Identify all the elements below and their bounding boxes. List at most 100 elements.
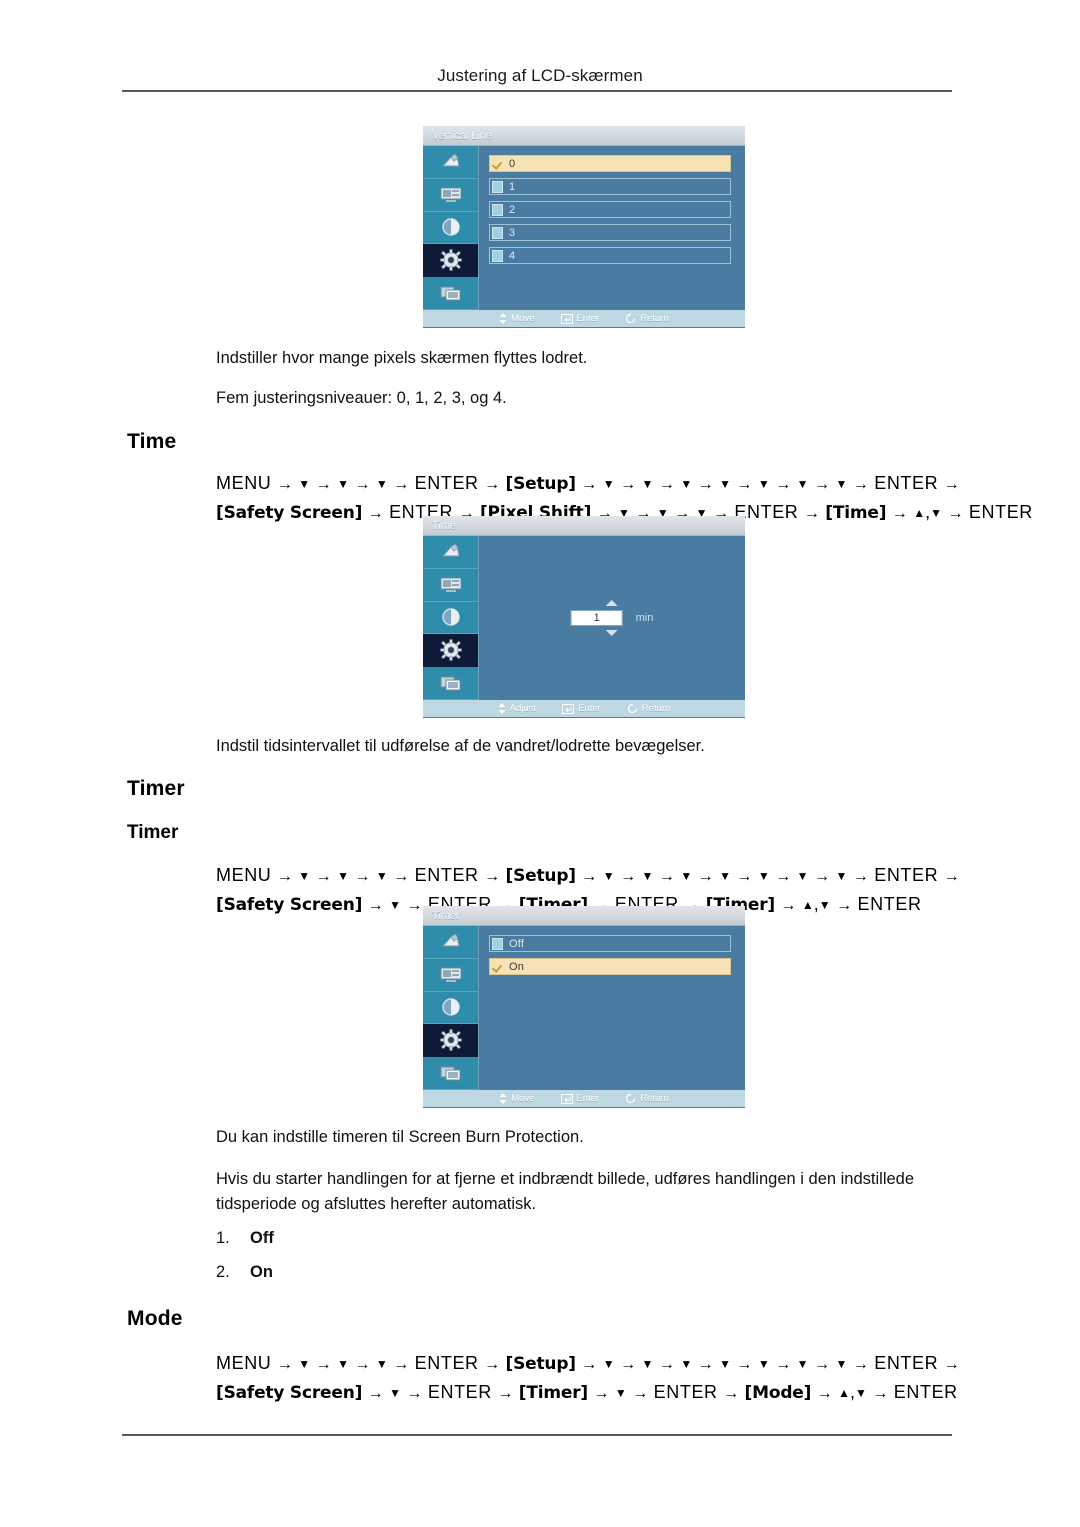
path-arrow-icon: → — [848, 1356, 874, 1373]
up-down-arrows-icon — [499, 1093, 507, 1104]
path-arrow-icon: → — [770, 1356, 796, 1373]
down-triangle-icon: ▼ — [337, 1357, 349, 1371]
paragraph-time-1: Indstil tidsintervallet til udførelse af… — [216, 737, 705, 755]
up-triangle-icon: ▲ — [913, 506, 926, 520]
picture-icon[interactable] — [423, 146, 478, 179]
display-icon[interactable] — [423, 568, 478, 602]
path-arrow-icon: → — [363, 1385, 389, 1402]
path-key-label: MENU — [216, 865, 272, 885]
down-triangle-icon: ▼ — [796, 1357, 809, 1371]
hint-adjust: Adjust — [498, 703, 536, 714]
osd-option-label: 3 — [509, 226, 516, 239]
hint-label: Adjust — [509, 703, 537, 714]
hint-return: Return — [625, 313, 669, 324]
path-key-label: ENTER — [874, 865, 939, 885]
option-marker-icon — [492, 226, 503, 239]
up-triangle-icon: ▲ — [801, 898, 814, 912]
multi-control-icon[interactable] — [423, 667, 478, 700]
osd-option-row[interactable]: On — [489, 958, 731, 975]
down-triangle-icon: ▼ — [796, 869, 809, 883]
sound-icon[interactable] — [423, 991, 478, 1025]
osd-option-label: Off — [509, 937, 525, 950]
path-arrow-icon: → — [388, 1356, 414, 1373]
down-triangle-icon: ▼ — [614, 1386, 627, 1400]
path-arrow-icon: → — [718, 1385, 744, 1402]
path-key-label: ENTER — [414, 473, 479, 493]
path-arrow-icon: → — [775, 897, 801, 914]
section-heading-timer: Timer — [127, 777, 185, 800]
hint-move: Move — [499, 313, 535, 324]
path-arrow-icon: → — [654, 868, 680, 885]
header-divider — [122, 90, 952, 92]
osd-option-row[interactable]: 3 — [489, 224, 731, 241]
path-key-label: ENTER — [968, 502, 1033, 522]
hint-label: Return — [641, 703, 671, 714]
path-arrow-icon: → — [770, 476, 796, 493]
multi-control-icon[interactable] — [423, 1057, 478, 1090]
hint-label: Move — [511, 313, 535, 324]
down-triangle-icon: ▼ — [602, 869, 615, 883]
path-arrow-icon: → — [887, 505, 913, 522]
down-triangle-icon: ▼ — [602, 1357, 615, 1371]
osd-option-label: 0 — [509, 157, 516, 170]
osd-option-row[interactable]: 0 — [489, 155, 731, 172]
path-arrow-icon: → — [812, 1385, 838, 1402]
osd-option-row[interactable]: Off — [489, 935, 731, 952]
path-arrow-icon: → — [363, 505, 389, 522]
setup-gear-icon[interactable] — [423, 634, 478, 668]
option-marker-icon — [492, 937, 503, 950]
sound-icon[interactable] — [423, 211, 478, 245]
path-arrow-icon: → — [615, 868, 641, 885]
path-arrow-icon: → — [492, 1385, 518, 1402]
option-marker-icon — [492, 249, 503, 262]
path-menu-tag: [Safety Screen] — [216, 503, 363, 523]
path-key-label: ENTER — [427, 1382, 492, 1402]
path-menu-tag: [Timer] — [518, 1383, 588, 1403]
path-key-label: ENTER — [414, 865, 479, 885]
multi-control-icon[interactable] — [423, 277, 478, 310]
time-value-field[interactable]: 1 — [570, 610, 623, 626]
path-menu-tag: [Time] — [825, 503, 887, 523]
sound-icon[interactable] — [423, 601, 478, 635]
path-arrow-icon: → — [479, 868, 505, 885]
setup-gear-icon[interactable] — [423, 1024, 478, 1058]
display-icon[interactable] — [423, 178, 478, 212]
setup-gear-icon[interactable] — [423, 244, 478, 278]
osd-option-row[interactable]: 4 — [489, 247, 731, 264]
picture-icon[interactable] — [423, 536, 478, 569]
path-arrow-icon: → — [809, 1356, 835, 1373]
menu-path-line: MENU → ▼ → ▼ → ▼ → ENTER → [Setup] → ▼ →… — [216, 1350, 976, 1379]
menu-path-line: MENU → ▼ → ▼ → ▼ → ENTER → [Setup] → ▼ →… — [216, 470, 976, 499]
spinner-increase-icon[interactable] — [605, 600, 618, 606]
section-heading-mode: Mode — [127, 1307, 183, 1330]
path-arrow-icon: → — [311, 476, 337, 493]
down-triangle-icon: ▼ — [796, 477, 809, 491]
path-menu-tag: [Setup] — [505, 474, 577, 494]
menu-path-line: [Safety Screen] → ▼ → ENTER → [Timer] → … — [216, 1379, 976, 1408]
time-spinner[interactable]: 1 min — [570, 600, 653, 636]
down-triangle-icon: ▼ — [389, 1386, 401, 1400]
path-arrow-icon: → — [401, 1385, 427, 1402]
osd-sidebar — [423, 926, 479, 1090]
picture-icon[interactable] — [423, 926, 478, 959]
path-arrow-icon: → — [272, 1356, 298, 1373]
osd-option-row[interactable]: 2 — [489, 201, 731, 218]
path-arrow-icon: → — [693, 868, 719, 885]
spinner-decrease-icon[interactable] — [605, 630, 618, 636]
subsection-heading-timer: Timer — [127, 822, 179, 843]
list-item-number: 2. — [216, 1263, 230, 1281]
hint-enter: Enter — [560, 313, 599, 324]
path-arrow-icon: → — [311, 868, 337, 885]
down-triangle-icon: ▼ — [389, 898, 401, 912]
option-marker-icon — [492, 203, 503, 216]
path-arrow-icon: → — [939, 476, 960, 493]
display-icon[interactable] — [423, 958, 478, 992]
timer-options-list: 1. Off 2. On — [216, 1229, 274, 1297]
osd-content-area: Off On — [479, 926, 745, 1090]
osd-option-row[interactable]: 1 — [489, 178, 731, 195]
list-item-number: 1. — [216, 1229, 230, 1247]
hint-label: Move — [511, 1093, 535, 1104]
path-arrow-icon: → — [693, 476, 719, 493]
path-arrow-icon: → — [272, 476, 298, 493]
return-arrow-icon — [626, 1093, 636, 1104]
